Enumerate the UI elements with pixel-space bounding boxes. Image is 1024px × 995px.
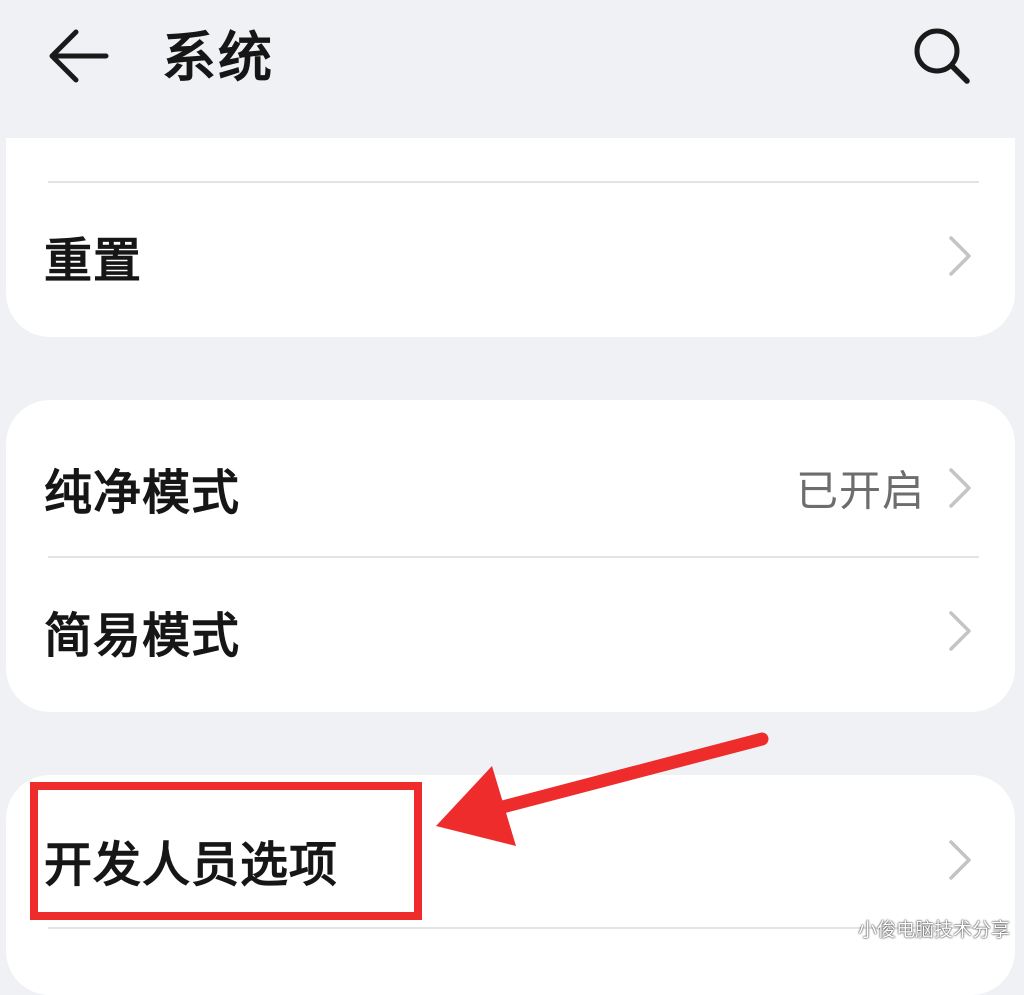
settings-item-label: 纯净模式 [44,465,241,521]
divider [48,181,979,183]
search-icon [914,28,970,84]
watermark-text: 小俊电脑技术分享 [857,919,1010,941]
settings-item-pure-mode[interactable]: 纯净模式 已开启 [6,428,1015,548]
settings-item-label: 简易模式 [44,608,241,664]
page-title: 系统 [162,26,274,89]
arrow-left-icon [49,29,109,83]
chevron-right-icon [949,840,971,880]
chevron-right-icon [949,236,971,276]
settings-item-reset[interactable]: 重置 [6,196,1015,316]
search-button[interactable] [906,20,978,92]
settings-item-status: 已开启 [795,466,925,516]
settings-item-simple-mode[interactable]: 简易模式 [6,571,1015,691]
settings-group-reset: 重置 [6,138,1015,337]
annotation-highlight-box [30,782,422,920]
divider [48,556,979,558]
settings-item-label: 重置 [44,233,143,289]
back-button[interactable] [38,20,118,92]
divider [48,927,979,929]
settings-group-modes: 纯净模式 已开启 简易模式 [6,400,1015,712]
chevron-right-icon [949,611,971,651]
top-app-bar: 系统 [0,0,1024,130]
chevron-right-icon [949,468,971,508]
